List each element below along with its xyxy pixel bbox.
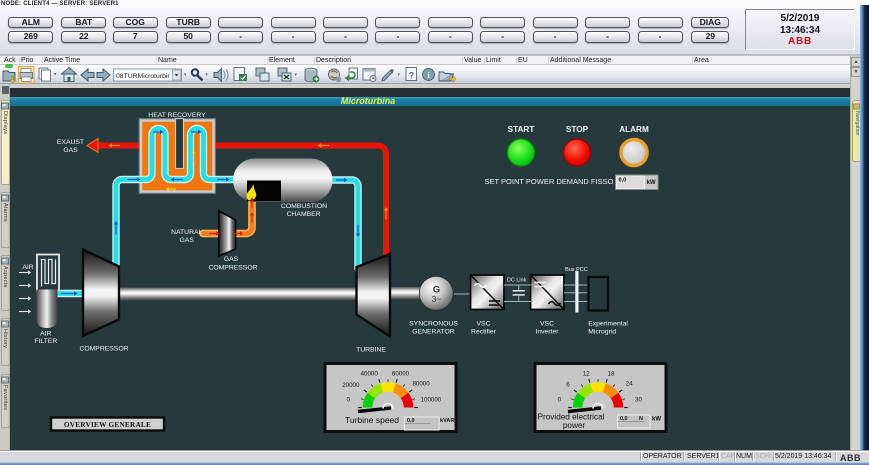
- svg-text:NATURAL: NATURAL: [171, 228, 202, 235]
- svg-text:DC Link: DC Link: [507, 277, 527, 283]
- svg-text:kW: kW: [647, 180, 656, 186]
- svg-text:GAS: GAS: [180, 237, 195, 244]
- svg-text:100000: 100000: [421, 396, 442, 403]
- svg-text:40000: 40000: [361, 370, 379, 377]
- svg-text:AIR: AIR: [40, 330, 51, 337]
- svg-text:24: 24: [626, 380, 633, 387]
- svg-text:18: 18: [608, 370, 615, 377]
- svg-text:0,0: 0,0: [407, 418, 415, 424]
- svg-text:Microgrid: Microgrid: [588, 328, 616, 335]
- svg-text:SET POINT POWER DEMAND FISSO: SET POINT POWER DEMAND FISSO: [485, 177, 614, 186]
- svg-text:Provided electrical: Provided electrical: [538, 412, 605, 421]
- svg-text:STOP: STOP: [566, 125, 589, 134]
- svg-text:SYNCRONOUS: SYNCRONOUS: [409, 320, 458, 327]
- svg-text:N: N: [639, 416, 643, 422]
- svg-text:Turbine speed: Turbine speed: [345, 415, 399, 425]
- svg-text:Inverter: Inverter: [535, 328, 559, 335]
- svg-text:0,0: 0,0: [620, 416, 628, 422]
- svg-text:?: ?: [409, 71, 415, 81]
- svg-text:VSC: VSC: [540, 320, 554, 327]
- svg-text:GAS: GAS: [63, 147, 78, 154]
- svg-text:kW: kW: [652, 416, 661, 422]
- svg-text:power: power: [563, 421, 586, 430]
- svg-text:CHAMBER: CHAMBER: [287, 211, 321, 218]
- svg-text:TURBINE: TURBINE: [356, 346, 386, 353]
- svg-text:GENERATOR: GENERATOR: [412, 328, 455, 335]
- svg-text:0: 0: [346, 396, 350, 403]
- svg-text:Rectifier: Rectifier: [471, 328, 497, 335]
- svg-text:60000: 60000: [392, 370, 410, 377]
- svg-text:Bus PCC: Bus PCC: [565, 267, 588, 273]
- svg-text:OVERVIEW GENERALE: OVERVIEW GENERALE: [64, 420, 151, 429]
- svg-text:Experimental: Experimental: [588, 320, 628, 327]
- svg-text:0,0: 0,0: [619, 177, 627, 183]
- svg-text:12: 12: [583, 370, 590, 377]
- svg-text:VSC: VSC: [477, 320, 491, 327]
- svg-text:GAS: GAS: [224, 256, 239, 263]
- svg-text:0: 0: [558, 396, 562, 403]
- svg-text:START: START: [508, 125, 535, 134]
- svg-text:ALARM: ALARM: [619, 125, 649, 134]
- svg-text:kVAR: kVAR: [440, 418, 455, 424]
- svg-text:30: 30: [635, 396, 642, 403]
- svg-text:HEAT RECOVERY: HEAT RECOVERY: [148, 112, 206, 119]
- svg-text:EXAUST: EXAUST: [57, 139, 84, 146]
- svg-text:6: 6: [566, 381, 570, 388]
- svg-text:20000: 20000: [342, 381, 360, 388]
- svg-text:80000: 80000: [412, 380, 430, 387]
- svg-text:COMBUSTION: COMBUSTION: [281, 203, 327, 210]
- svg-text:3~: 3~: [432, 294, 442, 304]
- svg-text:AIR: AIR: [22, 264, 33, 271]
- svg-text:08TURMicroturbir: 08TURMicroturbir: [116, 73, 170, 80]
- svg-text:COMPRESSOR: COMPRESSOR: [79, 345, 128, 352]
- svg-text:COMPRESSOR: COMPRESSOR: [208, 264, 257, 271]
- svg-text:FILTER: FILTER: [34, 338, 57, 345]
